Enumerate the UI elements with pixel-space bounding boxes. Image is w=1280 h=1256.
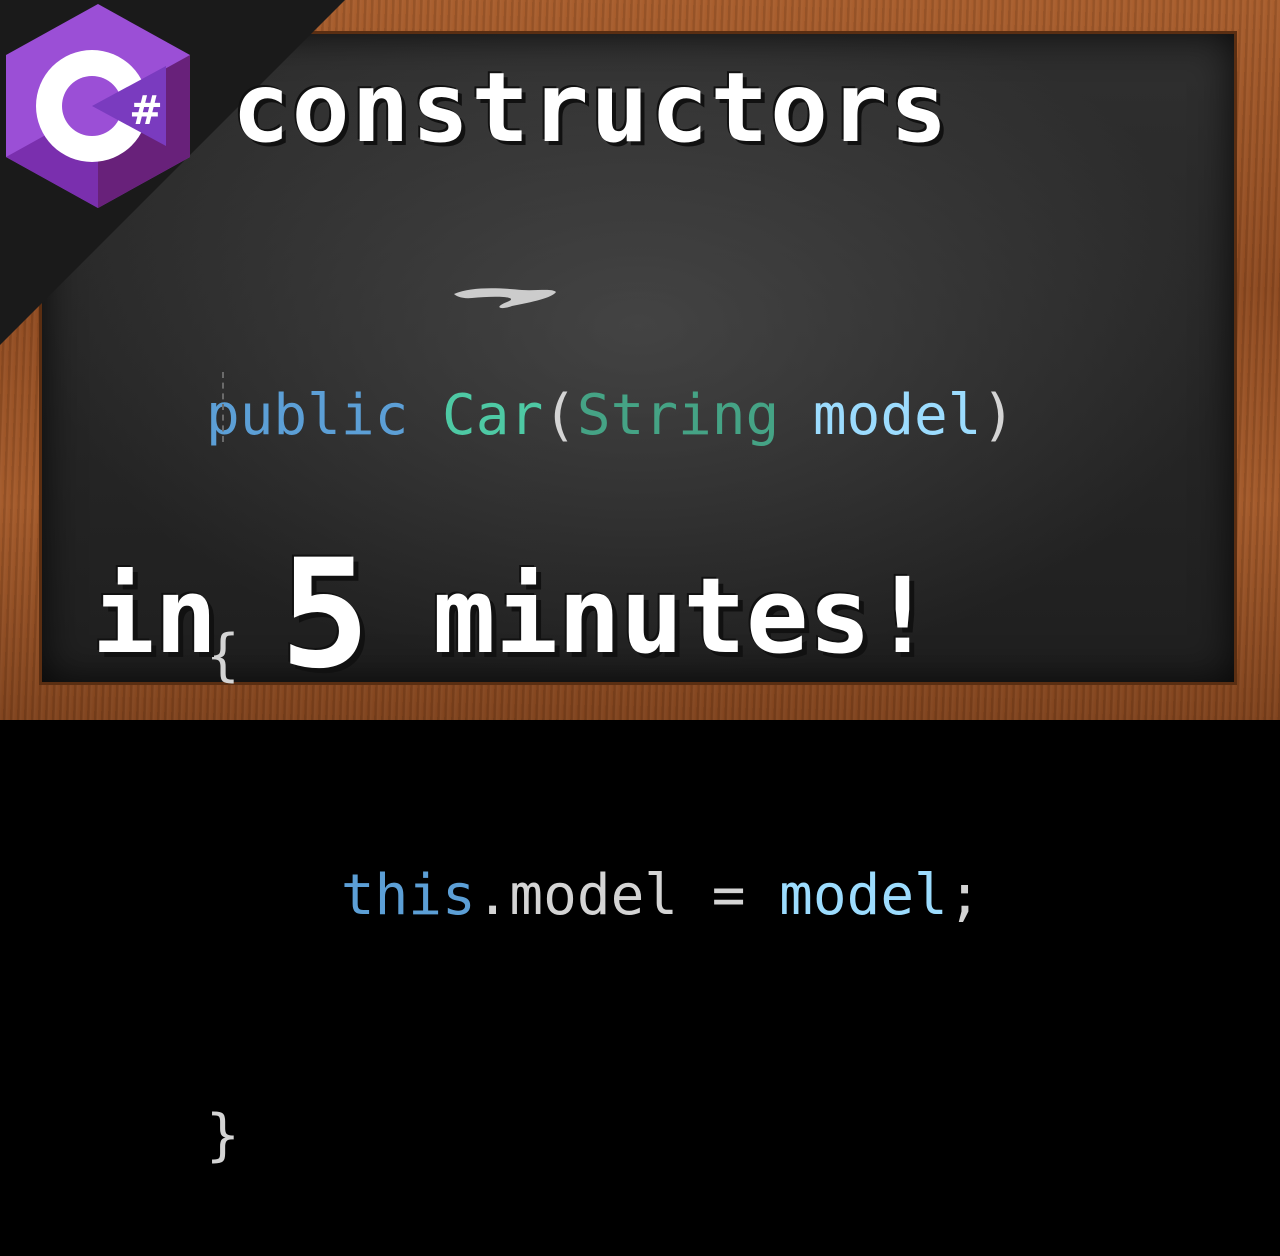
caption-part-1: in	[92, 555, 280, 677]
code-block: public Car(String model) { this.model = …	[206, 216, 1015, 1256]
code-line-3: this.model = model;	[206, 856, 1015, 936]
code-line-1: public Car(String model)	[206, 376, 1015, 456]
semicolon: ;	[947, 863, 982, 928]
caption-number: 5	[279, 528, 371, 702]
close-paren: )	[981, 383, 1016, 448]
member-access: .model	[475, 863, 679, 928]
csharp-logo-icon: #	[6, 4, 190, 208]
param-name: model	[812, 383, 982, 448]
indent-guide	[222, 372, 224, 442]
assign-operator: =	[678, 863, 780, 928]
param-type: String	[576, 383, 780, 448]
code-line-4: }	[206, 1103, 240, 1168]
class-name: Car	[442, 383, 544, 448]
keyword-this: this	[340, 863, 476, 928]
logo-hash: #	[129, 88, 163, 134]
open-paren: (	[543, 383, 577, 448]
video-title: constructors	[232, 52, 950, 164]
keyword-public: public	[206, 383, 409, 448]
assigned-value: model	[779, 863, 948, 928]
caption-part-2: minutes!	[370, 555, 934, 677]
chalk-underline-scribble	[454, 288, 556, 309]
bottom-caption: in 5 minutes!	[92, 540, 934, 690]
